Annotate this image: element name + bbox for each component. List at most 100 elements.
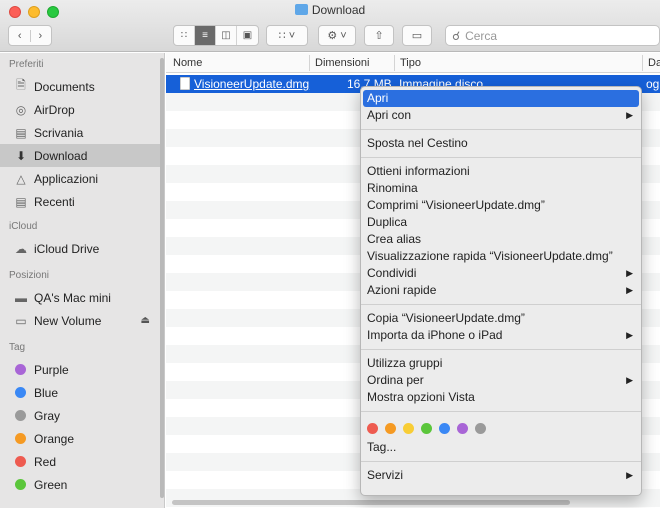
tag-color-dot <box>15 456 26 467</box>
menu-item-open-with[interactable]: Apri con ▶ <box>363 107 639 124</box>
menu-item-rename[interactable]: Rinomina <box>363 180 639 197</box>
group-button[interactable]: ∷ ˅ <box>266 25 308 46</box>
view-mode-selector[interactable]: ∷ ≡ ◫ ▣ <box>173 25 259 46</box>
sidebar-section-icloud: iCloud <box>9 221 38 232</box>
sidebar-tag-green[interactable]: Green <box>0 473 164 496</box>
sidebar-tag-gray[interactable]: Gray <box>0 404 164 427</box>
file-name: VisioneerUpdate.dmg <box>194 77 310 91</box>
menu-separator <box>361 411 641 412</box>
menu-item-open[interactable]: Apri <box>363 90 639 107</box>
back-forward-buttons[interactable]: ‹ › <box>8 25 52 46</box>
menu-item-quick-look[interactable]: Visualizzazione rapida “VisioneerUpdate.… <box>363 248 639 265</box>
sidebar-item-documents[interactable]: 🗎 Documents <box>0 75 164 98</box>
context-menu: Apri Apri con ▶ Sposta nel Cestino Ottien… <box>360 86 642 496</box>
menu-tag-colors <box>361 417 641 439</box>
submenu-arrow-icon: ▶ <box>626 285 633 295</box>
menu-item-show-view-options[interactable]: Mostra opzioni Vista <box>363 389 639 406</box>
icon-view-icon[interactable]: ∷ <box>174 26 195 45</box>
menu-item-services[interactable]: Servizi ▶ <box>363 467 639 484</box>
sidebar-section-favorites: Preferiti <box>9 59 44 70</box>
tag-color-dot <box>15 410 26 421</box>
menu-item-get-info[interactable]: Ottieni informazioni <box>363 163 639 180</box>
sidebar: Preferiti 🗎 Documents ◎ AirDrop ▤ Scrivania… <box>0 53 165 508</box>
list-view-icon[interactable]: ≡ <box>195 26 216 45</box>
column-headers: Nome Dimensioni Tipo Da <box>166 53 660 73</box>
submenu-arrow-icon: ▶ <box>626 268 633 278</box>
sidebar-tag-purple[interactable]: Purple <box>0 358 164 381</box>
group-icon: ∷ ˅ <box>278 30 296 42</box>
menu-item-sort-by[interactable]: Ordina per ▶ <box>363 372 639 389</box>
sidebar-item-mac-mini[interactable]: ▬ QA's Mac mini <box>0 286 164 309</box>
gear-icon: ⚙ ˅ <box>327 30 347 42</box>
column-divider[interactable] <box>309 55 310 71</box>
document-icon: 🗎 <box>16 78 26 92</box>
tag-icon: ▭ <box>411 30 423 42</box>
disk-icon: ▭ <box>15 313 27 328</box>
submenu-arrow-icon: ▶ <box>626 470 633 480</box>
file-date: og <box>646 77 660 91</box>
share-button[interactable]: ⇧ <box>364 25 394 46</box>
sidebar-scrollbar[interactable] <box>160 58 164 498</box>
tag-orange-dot[interactable] <box>385 422 396 434</box>
sidebar-tag-blue[interactable]: Blue <box>0 381 164 404</box>
search-field[interactable]: ☌ Cerca <box>445 25 660 46</box>
tag-green-dot[interactable] <box>421 422 432 434</box>
sidebar-tag-red[interactable]: Red <box>0 450 164 473</box>
tag-color-dot <box>15 479 26 490</box>
menu-item-move-to-trash[interactable]: Sposta nel Cestino <box>363 135 639 152</box>
sidebar-tag-orange[interactable]: Orange <box>0 427 164 450</box>
column-view-icon[interactable]: ◫ <box>216 26 237 45</box>
menu-item-compress[interactable]: Comprimi “VisioneerUpdate.dmg” <box>363 197 639 214</box>
sidebar-item-recents[interactable]: ▤ Recenti <box>0 190 164 213</box>
back-icon[interactable]: ‹ <box>18 29 31 42</box>
gallery-view-icon[interactable]: ▣ <box>237 26 258 45</box>
tag-color-dot <box>15 433 26 444</box>
forward-icon[interactable]: › <box>31 30 43 42</box>
eject-icon[interactable]: ⏏ <box>141 315 150 326</box>
tag-color-dot <box>15 387 26 398</box>
menu-separator <box>361 129 641 130</box>
menu-separator <box>361 349 641 350</box>
sidebar-item-applications[interactable]: △ Applicazioni <box>0 167 164 190</box>
menu-item-tags[interactable]: Tag... <box>363 439 639 456</box>
disk-image-icon <box>180 77 190 90</box>
menu-item-make-alias[interactable]: Crea alias <box>363 231 639 248</box>
tags-button[interactable]: ▭ <box>402 25 432 46</box>
column-divider[interactable] <box>394 55 395 71</box>
tag-purple-dot[interactable] <box>457 422 468 434</box>
airdrop-icon: ◎ <box>15 102 27 117</box>
tag-blue-dot[interactable] <box>439 422 450 434</box>
sidebar-section-tags: Tag <box>9 342 26 353</box>
column-divider[interactable] <box>642 55 643 71</box>
tag-yellow-dot[interactable] <box>403 422 414 434</box>
window-title: Download <box>0 3 660 17</box>
column-header-type[interactable]: Tipo <box>400 57 421 69</box>
recents-icon: ▤ <box>15 194 27 209</box>
sidebar-item-download[interactable]: ⬇ Download <box>0 144 164 167</box>
computer-icon: ▬ <box>15 290 27 305</box>
action-button[interactable]: ⚙ ˅ <box>318 25 356 46</box>
tag-gray-dot[interactable] <box>475 422 486 434</box>
column-header-date[interactable]: Da <box>648 57 660 69</box>
menu-separator <box>361 461 641 462</box>
sidebar-item-desktop[interactable]: ▤ Scrivania <box>0 121 164 144</box>
menu-item-copy[interactable]: Copia “VisioneerUpdate.dmg” <box>363 310 639 327</box>
sidebar-item-airdrop[interactable]: ◎ AirDrop <box>0 98 164 121</box>
search-icon: ☌ <box>452 28 461 43</box>
folder-icon <box>294 4 308 15</box>
menu-item-quick-actions[interactable]: Azioni rapide ▶ <box>363 282 639 299</box>
menu-item-duplicate[interactable]: Duplica <box>363 214 639 231</box>
column-header-name[interactable]: Nome <box>173 57 202 69</box>
tag-red-dot[interactable] <box>367 422 378 434</box>
sidebar-section-locations: Posizioni <box>9 270 50 281</box>
horizontal-scrollbar[interactable] <box>172 500 570 505</box>
column-header-size[interactable]: Dimensioni <box>315 57 369 69</box>
sidebar-item-new-volume[interactable]: ▭ New Volume ⏏ <box>0 309 164 332</box>
submenu-arrow-icon: ▶ <box>626 375 633 385</box>
menu-item-import-from-iphone[interactable]: Importa da iPhone o iPad ▶ <box>363 327 639 344</box>
menu-item-use-groups[interactable]: Utilizza gruppi <box>363 355 639 372</box>
download-icon: ⬇ <box>15 148 27 163</box>
desktop-icon: ▤ <box>15 125 27 140</box>
menu-item-share[interactable]: Condividi ▶ <box>363 265 639 282</box>
sidebar-item-icloud-drive[interactable]: ☁ iCloud Drive <box>0 237 164 260</box>
